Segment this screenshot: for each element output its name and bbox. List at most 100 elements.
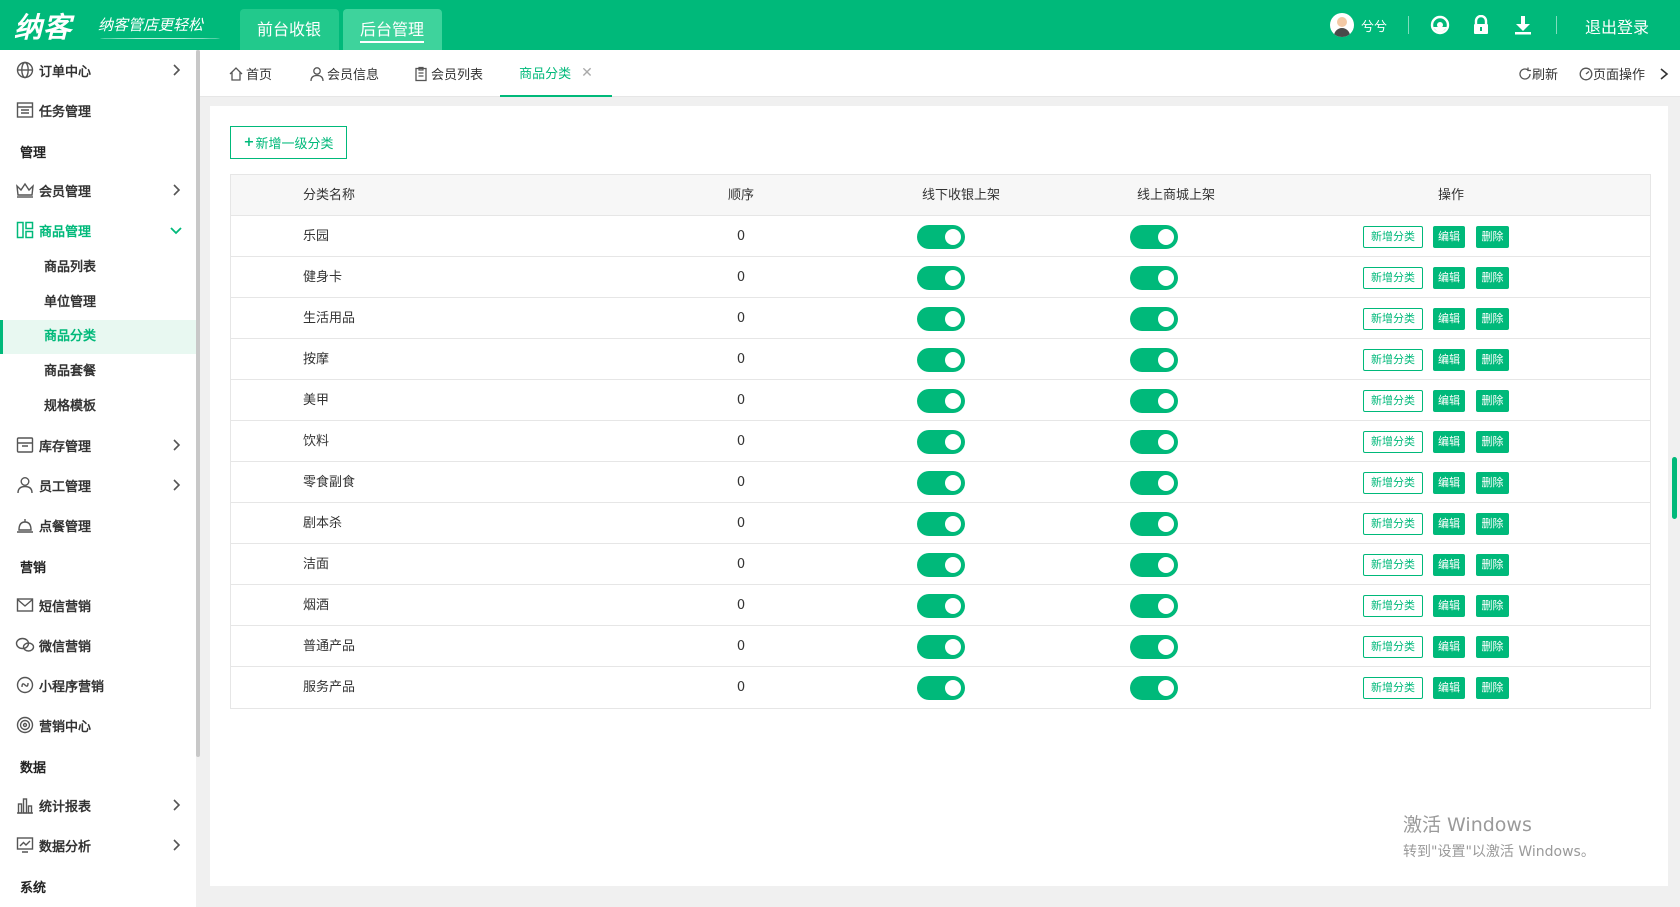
- offline-toggle[interactable]: [917, 225, 965, 249]
- add-top-category-button[interactable]: + 新增一级分类: [230, 126, 347, 159]
- edit-button[interactable]: 编辑: [1433, 513, 1465, 535]
- delete-button[interactable]: 删除: [1476, 472, 1509, 494]
- page-scrollbar[interactable]: [1672, 457, 1677, 519]
- refresh-button[interactable]: 刷新: [1518, 50, 1558, 97]
- online-toggle[interactable]: [1130, 266, 1178, 290]
- sidebar-item-label: 统计报表: [39, 799, 92, 815]
- offline-toggle[interactable]: [917, 471, 965, 495]
- tab-home[interactable]: 首页: [228, 50, 272, 97]
- sidebar-item-wechat[interactable]: 微信营销: [0, 625, 196, 665]
- sidebar-sub-product-category[interactable]: 商品分类: [0, 320, 196, 354]
- edit-button[interactable]: 编辑: [1433, 472, 1465, 494]
- sidebar-item-marketing-center[interactable]: 营销中心: [0, 705, 196, 745]
- sidebar-item-miniapp[interactable]: 小程序营销: [0, 665, 196, 705]
- delete-button[interactable]: 删除: [1476, 513, 1509, 535]
- online-toggle[interactable]: [1130, 512, 1178, 536]
- sidebar-item-members[interactable]: 会员管理: [0, 170, 196, 210]
- add-subcategory-button[interactable]: 新增分类: [1363, 390, 1423, 412]
- online-toggle[interactable]: [1130, 348, 1178, 372]
- delete-button[interactable]: 删除: [1476, 595, 1509, 617]
- sidebar-item-reports[interactable]: 统计报表: [0, 785, 196, 825]
- edit-button[interactable]: 编辑: [1433, 431, 1465, 453]
- offline-toggle[interactable]: [917, 512, 965, 536]
- offline-toggle[interactable]: [917, 307, 965, 331]
- online-toggle[interactable]: [1130, 676, 1178, 700]
- sidebar-item-ordering[interactable]: 点餐管理: [0, 505, 196, 545]
- plus-icon: +: [243, 135, 255, 150]
- sidebar-item-orders[interactable]: 订单中心: [0, 50, 196, 90]
- logout-button[interactable]: 退出登录: [1585, 14, 1649, 38]
- sidebar-item-tasks[interactable]: 任务管理: [0, 90, 196, 130]
- delete-button[interactable]: 删除: [1476, 636, 1509, 658]
- sidebar-sub-spec-template[interactable]: 规格模板: [0, 390, 196, 424]
- sidebar-sub-unit-manage[interactable]: 单位管理: [0, 286, 196, 320]
- delete-button[interactable]: 删除: [1476, 308, 1509, 330]
- sidebar-item-staff[interactable]: 员工管理: [0, 465, 196, 505]
- online-toggle[interactable]: [1130, 553, 1178, 577]
- add-subcategory-button[interactable]: 新增分类: [1363, 226, 1423, 248]
- offline-toggle[interactable]: [917, 266, 965, 290]
- online-toggle[interactable]: [1130, 389, 1178, 413]
- online-toggle[interactable]: [1130, 225, 1178, 249]
- lock-icon[interactable]: [1469, 13, 1493, 37]
- add-subcategory-button[interactable]: 新增分类: [1363, 431, 1423, 453]
- add-subcategory-button[interactable]: 新增分类: [1363, 595, 1423, 617]
- offline-toggle[interactable]: [917, 635, 965, 659]
- add-subcategory-button[interactable]: 新增分类: [1363, 267, 1423, 289]
- delete-button[interactable]: 删除: [1476, 267, 1509, 289]
- sidebar-item-analysis[interactable]: 数据分析: [0, 825, 196, 865]
- nav-tab-backend[interactable]: 后台管理: [343, 9, 442, 50]
- tabs-scroll-right-button[interactable]: [1658, 50, 1670, 97]
- download-icon[interactable]: [1511, 13, 1535, 37]
- sidebar-sub-product-package[interactable]: 商品套餐: [0, 355, 196, 389]
- offline-toggle[interactable]: [917, 553, 965, 577]
- delete-button[interactable]: 删除: [1476, 226, 1509, 248]
- online-toggle[interactable]: [1130, 307, 1178, 331]
- online-toggle[interactable]: [1130, 594, 1178, 618]
- sidebar-item-sms[interactable]: 短信营销: [0, 585, 196, 625]
- delete-button[interactable]: 删除: [1476, 349, 1509, 371]
- edit-button[interactable]: 编辑: [1433, 390, 1465, 412]
- tab-member-list[interactable]: 会员列表: [413, 50, 483, 97]
- support-icon[interactable]: [1428, 13, 1452, 37]
- user-menu[interactable]: 兮兮: [1330, 0, 1387, 50]
- tab-member-info[interactable]: 会员信息: [309, 50, 379, 97]
- add-subcategory-button[interactable]: 新增分类: [1363, 308, 1423, 330]
- offline-toggle[interactable]: [917, 430, 965, 454]
- add-subcategory-button[interactable]: 新增分类: [1363, 472, 1423, 494]
- edit-button[interactable]: 编辑: [1433, 677, 1465, 699]
- edit-button[interactable]: 编辑: [1433, 595, 1465, 617]
- sidebar-scrollbar[interactable]: [196, 50, 200, 757]
- edit-button[interactable]: 编辑: [1433, 226, 1465, 248]
- edit-button[interactable]: 编辑: [1433, 308, 1465, 330]
- edit-button[interactable]: 编辑: [1433, 636, 1465, 658]
- online-toggle[interactable]: [1130, 471, 1178, 495]
- add-subcategory-button[interactable]: 新增分类: [1363, 677, 1423, 699]
- sidebar-item-products[interactable]: 商品管理: [0, 210, 196, 250]
- close-icon[interactable]: ✕: [581, 65, 593, 81]
- delete-button[interactable]: 删除: [1476, 431, 1509, 453]
- offline-toggle[interactable]: [917, 676, 965, 700]
- add-subcategory-button[interactable]: 新增分类: [1363, 554, 1423, 576]
- sidebar-sub-product-list[interactable]: 商品列表: [0, 251, 196, 285]
- add-subcategory-button[interactable]: 新增分类: [1363, 513, 1423, 535]
- add-subcategory-button[interactable]: 新增分类: [1363, 636, 1423, 658]
- delete-button[interactable]: 删除: [1476, 554, 1509, 576]
- sidebar-item-label: 订单中心: [39, 64, 92, 80]
- tab-product-category[interactable]: 商品分类 ✕: [500, 50, 612, 97]
- offline-toggle[interactable]: [917, 594, 965, 618]
- offline-toggle[interactable]: [917, 348, 965, 372]
- sidebar-item-inventory[interactable]: 库存管理: [0, 425, 196, 465]
- sidebar-item-label: 小程序营销: [39, 679, 105, 695]
- page-ops-button[interactable]: 页面操作: [1579, 50, 1645, 97]
- delete-button[interactable]: 删除: [1476, 390, 1509, 412]
- edit-button[interactable]: 编辑: [1433, 349, 1465, 371]
- edit-button[interactable]: 编辑: [1433, 267, 1465, 289]
- edit-button[interactable]: 编辑: [1433, 554, 1465, 576]
- online-toggle[interactable]: [1130, 430, 1178, 454]
- nav-tab-front-cashier[interactable]: 前台收银: [240, 9, 339, 50]
- online-toggle[interactable]: [1130, 635, 1178, 659]
- add-subcategory-button[interactable]: 新增分类: [1363, 349, 1423, 371]
- delete-button[interactable]: 删除: [1476, 677, 1509, 699]
- offline-toggle[interactable]: [917, 389, 965, 413]
